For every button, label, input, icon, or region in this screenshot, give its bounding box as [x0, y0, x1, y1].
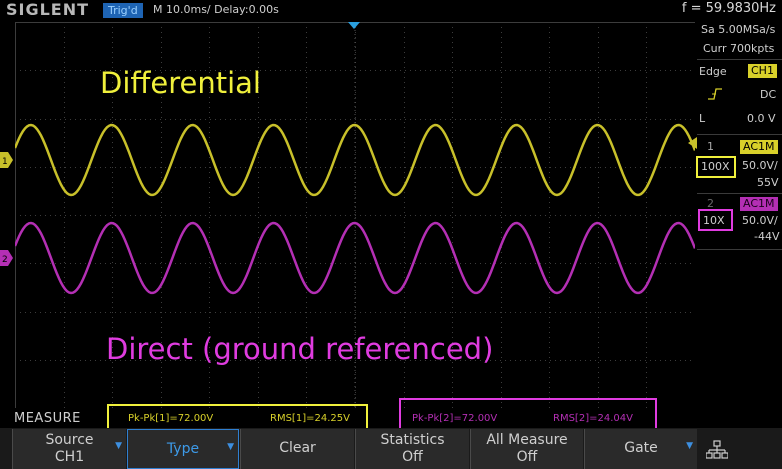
- differential-label: Differential: [100, 66, 261, 100]
- channel-1-probe-highlight: [696, 156, 736, 178]
- channel-1-scale: 50.0V/: [742, 159, 778, 172]
- trigger-level-value: 0.0 V: [747, 112, 776, 125]
- divider: [697, 249, 782, 250]
- channel-2-probe-highlight: [698, 209, 733, 231]
- channel-2-offset: -44V: [754, 230, 780, 243]
- triangle-down-icon: ▼: [686, 441, 693, 451]
- channel-1-number: 1: [707, 140, 714, 153]
- svg-text:2: 2: [2, 255, 8, 265]
- top-status-bar: SIGLENT Trig'd M 10.0ms/ Delay:0.00s f =…: [0, 0, 782, 22]
- network-icon[interactable]: [706, 440, 728, 460]
- channel-2-marker-icon[interactable]: 2: [0, 248, 14, 268]
- statistics-softkey[interactable]: Statistics Off: [355, 429, 469, 469]
- channel-2-measure-highlight: [399, 398, 657, 432]
- channel-1-marker-icon[interactable]: 1: [0, 150, 14, 170]
- brand-logo: SIGLENT: [6, 0, 90, 19]
- all-measure-softkey[interactable]: All Measure Off: [470, 429, 583, 469]
- gate-softkey[interactable]: Gate ▼: [584, 429, 697, 469]
- trigger-type: Edge: [699, 65, 727, 78]
- timebase-readout[interactable]: M 10.0ms/ Delay:0.00s: [153, 3, 279, 16]
- memory-depth: Curr 700kpts: [703, 42, 775, 55]
- channel-2-scale: 50.0V/: [742, 214, 778, 227]
- frequency-readout: f = 59.9830Hz: [681, 1, 776, 16]
- source-softkey[interactable]: Source CH1 ▼: [12, 429, 126, 469]
- type-softkey[interactable]: Type ▼: [127, 429, 239, 469]
- trigger-position-marker-icon: [348, 22, 360, 29]
- triangle-down-icon: ▼: [115, 441, 122, 451]
- trigger-level-marker-icon[interactable]: [688, 137, 697, 149]
- svg-text:1: 1: [2, 157, 8, 167]
- clear-softkey[interactable]: Clear: [240, 429, 354, 469]
- trigger-coupling: DC: [760, 88, 777, 101]
- trigger-level-label: L: [699, 112, 706, 125]
- channel-2-coupling-badge: AC1M: [740, 197, 778, 211]
- measure-label: MEASURE: [14, 411, 81, 426]
- channel-1-offset: 55V: [757, 176, 779, 189]
- divider: [697, 59, 782, 60]
- divider: [697, 193, 782, 194]
- sample-rate: Sa 5.00MSa/s: [701, 23, 776, 36]
- softkey-menu: Source CH1 ▼ Type ▼ Clear Statistics Off…: [0, 428, 782, 469]
- direct-label: Direct (ground referenced): [106, 332, 494, 366]
- rising-edge-icon: [708, 88, 722, 100]
- triangle-down-icon: ▼: [227, 442, 234, 452]
- oscilloscope-screen: SIGLENT Trig'd M 10.0ms/ Delay:0.00s f =…: [0, 0, 782, 469]
- trigger-status-badge: Trig'd: [103, 3, 143, 18]
- channel-1-coupling-badge: AC1M: [740, 140, 778, 154]
- divider: [697, 134, 782, 135]
- channel-1-waveform: [15, 123, 695, 197]
- trigger-source-badge[interactable]: CH1: [748, 64, 777, 78]
